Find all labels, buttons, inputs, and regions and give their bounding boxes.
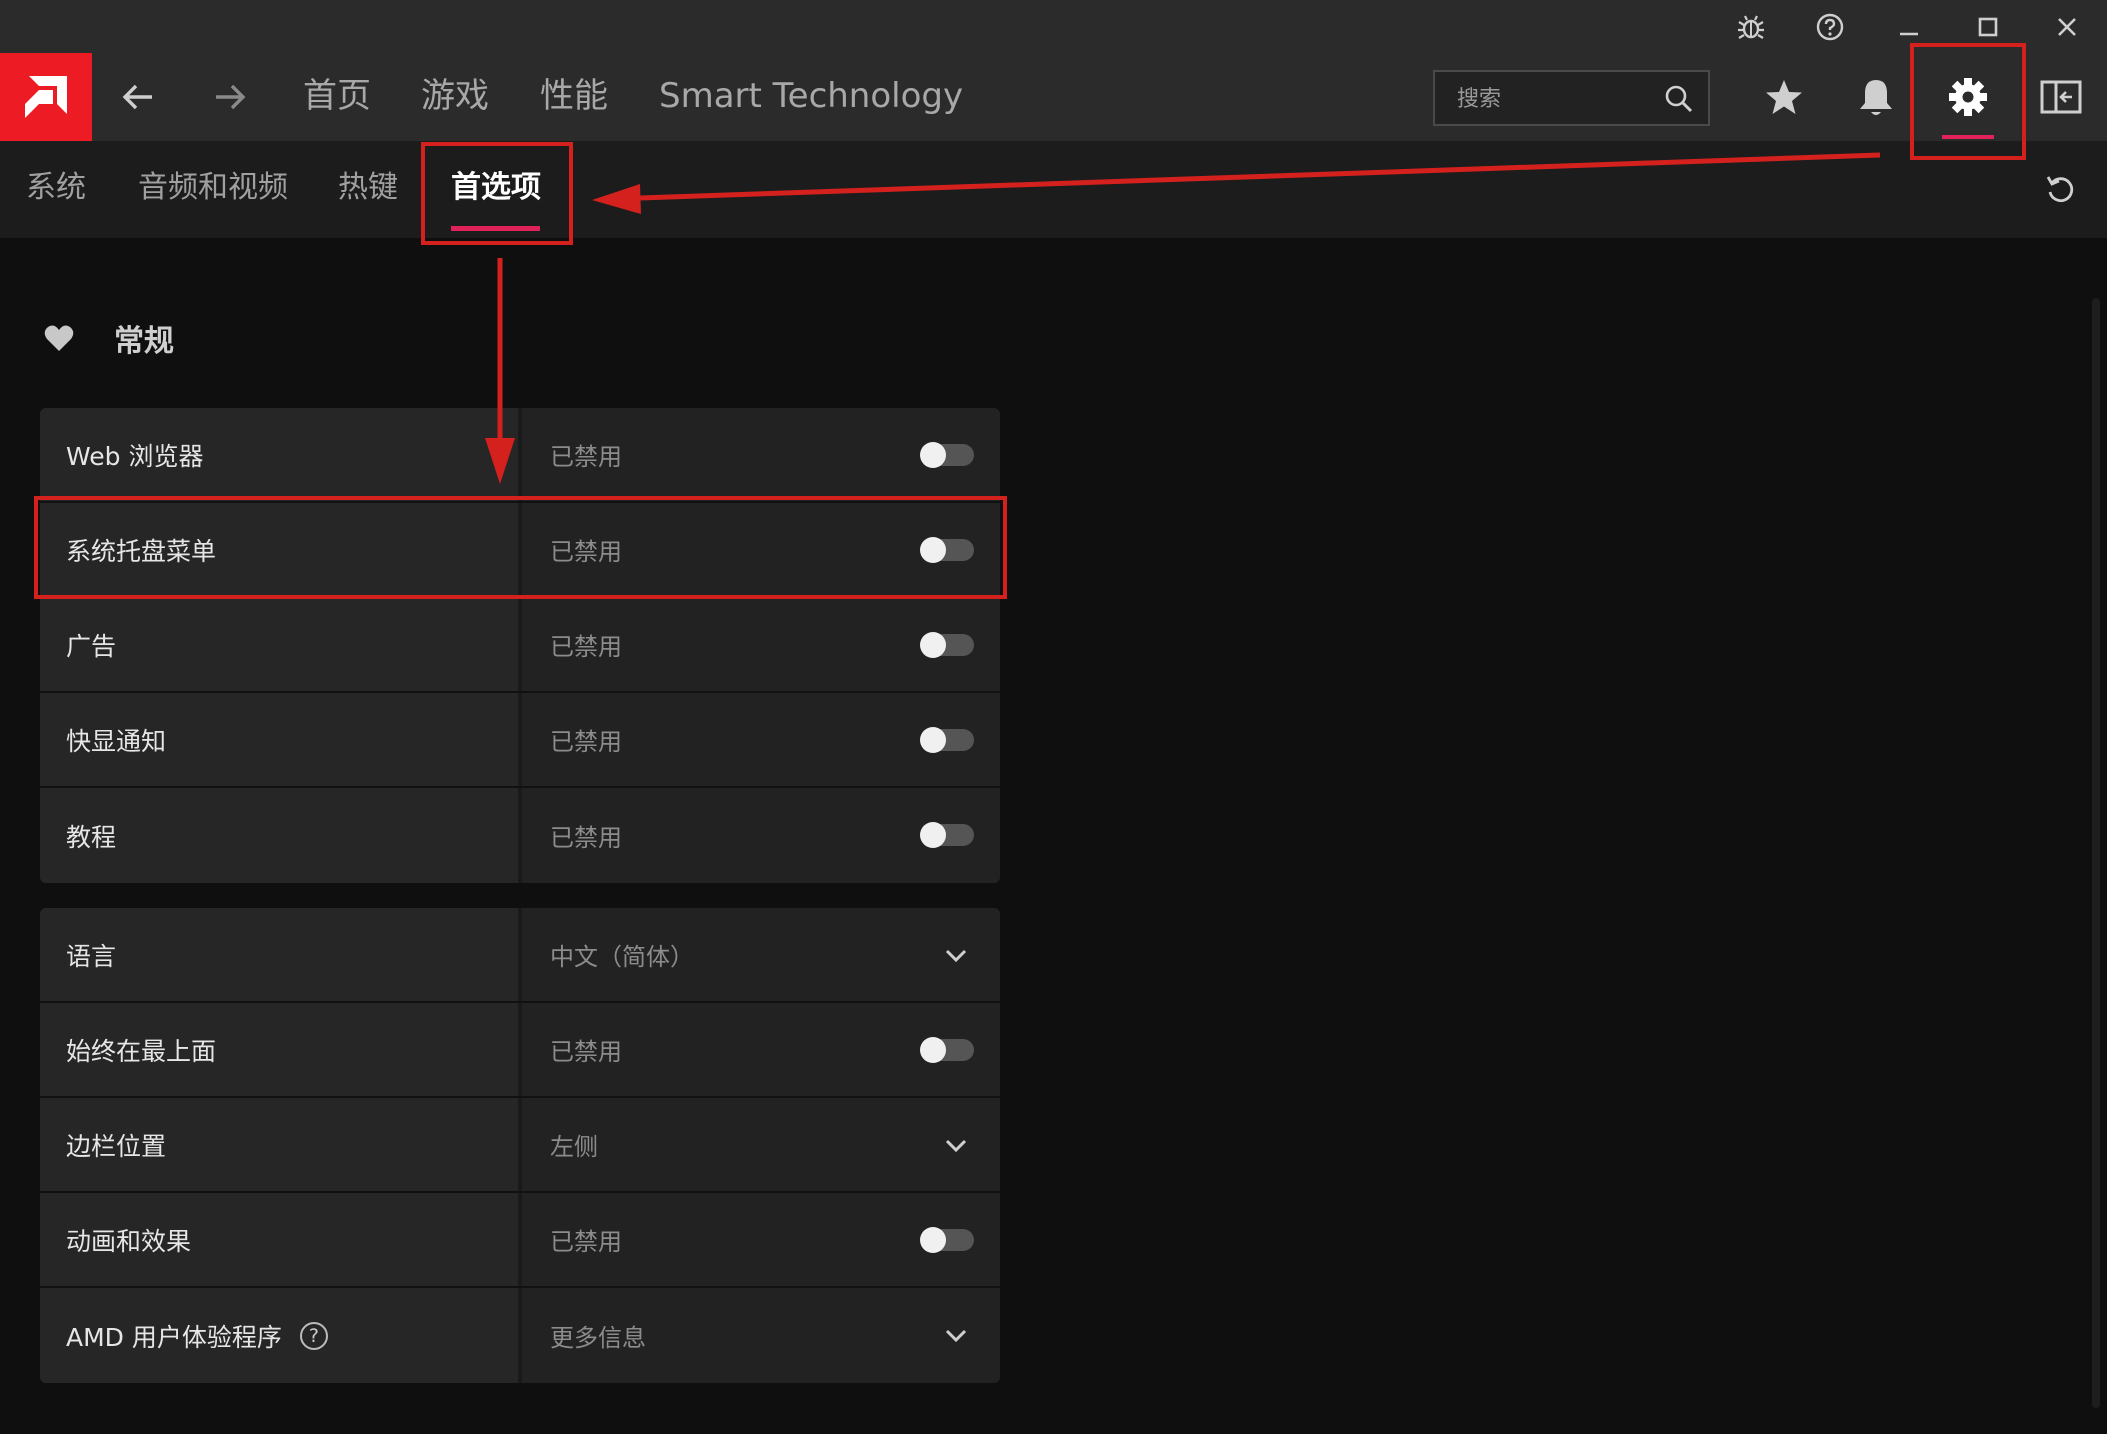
toggle-knob <box>920 1037 946 1063</box>
bug-icon[interactable] <box>1716 0 1786 53</box>
back-icon[interactable] <box>108 67 168 127</box>
toggle-switch[interactable] <box>920 1037 974 1063</box>
tab-hotkeys[interactable]: 热键 <box>338 167 398 209</box>
setting-value-cell: 已禁用 <box>522 503 1000 596</box>
settings-group-interface: 语言 中文（简体） 始终在最上面 已禁用 边栏位置 左侧 动画和效果 已禁用 A… <box>40 908 1000 1383</box>
setting-value-cell[interactable]: 中文（简体） <box>522 908 1000 1001</box>
toggle-knob <box>920 1227 946 1253</box>
setting-value: 已禁用 <box>550 824 622 852</box>
nav-smart-technology[interactable]: Smart Technology <box>659 71 963 121</box>
setting-value: 已禁用 <box>550 443 622 471</box>
setting-label: 快显通知 <box>40 693 518 786</box>
reset-icon[interactable] <box>2038 167 2084 213</box>
search-input[interactable] <box>1455 82 1659 116</box>
forward-icon[interactable] <box>200 67 260 127</box>
setting-value-cell: 已禁用 <box>522 693 1000 786</box>
gear-icon[interactable] <box>1933 67 2003 127</box>
section-title: 常规 <box>114 324 174 359</box>
setting-value: 已禁用 <box>550 728 622 756</box>
star-icon[interactable] <box>1749 67 1819 127</box>
setting-label: AMD 用户体验程序 <box>66 1322 282 1352</box>
setting-value: 更多信息 <box>550 1324 646 1352</box>
setting-label: 边栏位置 <box>40 1098 518 1191</box>
maximize-icon[interactable] <box>1953 0 2023 53</box>
active-tab-indicator <box>451 226 540 231</box>
setting-row-toast-notifications: 快显通知 已禁用 <box>40 693 1000 788</box>
toggle-switch[interactable] <box>920 822 974 848</box>
setting-value: 已禁用 <box>550 1228 622 1256</box>
toggle-switch[interactable] <box>920 442 974 468</box>
search-box <box>1433 70 1710 126</box>
toggle-switch[interactable] <box>920 537 974 563</box>
setting-value: 已禁用 <box>550 633 622 661</box>
setting-value-cell: 已禁用 <box>522 408 1000 501</box>
minimize-icon[interactable] <box>1874 0 1944 53</box>
setting-row-amd-user-experience[interactable]: AMD 用户体验程序 ? 更多信息 <box>40 1288 1000 1383</box>
nav-games[interactable]: 游戏 <box>421 71 489 121</box>
toggle-switch[interactable] <box>920 727 974 753</box>
help-icon[interactable]: ? <box>299 1321 328 1350</box>
setting-row-system-tray-menu: 系统托盘菜单 已禁用 <box>40 503 1000 598</box>
search-icon[interactable] <box>1664 84 1694 118</box>
setting-row-animations-effects: 动画和效果 已禁用 <box>40 1193 1000 1288</box>
settings-active-indicator <box>1942 135 1994 139</box>
amd-logo[interactable] <box>0 53 92 141</box>
scrollbar[interactable] <box>2092 298 2100 1408</box>
setting-row-always-on-top: 始终在最上面 已禁用 <box>40 1003 1000 1098</box>
setting-value: 已禁用 <box>550 1038 622 1066</box>
setting-value-cell: 已禁用 <box>522 788 1000 883</box>
setting-row-sidebar-position[interactable]: 边栏位置 左侧 <box>40 1098 1000 1193</box>
setting-value-cell[interactable]: 左侧 <box>522 1098 1000 1191</box>
chevron-down-icon[interactable] <box>942 1321 970 1349</box>
toggle-knob <box>920 537 946 563</box>
setting-label: 动画和效果 <box>40 1193 518 1286</box>
help-circle-icon[interactable] <box>1795 0 1865 53</box>
close-icon[interactable] <box>2032 0 2102 53</box>
nav-home[interactable]: 首页 <box>303 71 371 121</box>
setting-label: 语言 <box>40 908 518 1001</box>
tab-audio-video[interactable]: 音频和视频 <box>138 167 288 209</box>
setting-value: 中文（简体） <box>550 943 694 971</box>
setting-label: 广告 <box>40 598 518 691</box>
setting-row-ads: 广告 已禁用 <box>40 598 1000 693</box>
setting-label: Web 浏览器 <box>40 408 518 501</box>
setting-label-cell: AMD 用户体验程序 ? <box>40 1288 518 1383</box>
toggle-knob <box>920 442 946 468</box>
setting-value: 左侧 <box>550 1133 598 1161</box>
main-nav: 首页 游戏 性能 Smart Technology <box>0 53 2107 141</box>
tab-system[interactable]: 系统 <box>26 167 86 209</box>
setting-value-cell: 已禁用 <box>522 1193 1000 1286</box>
chevron-down-icon[interactable] <box>942 941 970 969</box>
toggle-switch[interactable] <box>920 632 974 658</box>
setting-row-web-browser: Web 浏览器 已禁用 <box>40 408 1000 503</box>
sidebar-toggle-icon[interactable] <box>2026 67 2096 127</box>
toggle-switch[interactable] <box>920 1227 974 1253</box>
setting-row-language[interactable]: 语言 中文（简体） <box>40 908 1000 1003</box>
toggle-knob <box>920 727 946 753</box>
tab-preferences[interactable]: 首选项 <box>451 167 541 209</box>
bell-icon[interactable] <box>1841 67 1911 127</box>
title-bar <box>0 0 2107 53</box>
section-header: 常规 <box>42 316 174 360</box>
setting-value-cell: 已禁用 <box>522 1003 1000 1096</box>
setting-label: 始终在最上面 <box>40 1003 518 1096</box>
setting-value-cell: 已禁用 <box>522 598 1000 691</box>
settings-subtabs: 系统 音频和视频 热键 首选项 <box>0 141 2107 238</box>
nav-performance[interactable]: 性能 <box>540 71 608 121</box>
setting-value-cell[interactable]: 更多信息 <box>522 1288 1000 1383</box>
setting-value: 已禁用 <box>550 538 622 566</box>
settings-group-general: Web 浏览器 已禁用 系统托盘菜单 已禁用 广告 已禁用 快显通知 已禁用 教… <box>40 408 1000 883</box>
setting-label: 教程 <box>40 788 518 883</box>
heart-icon <box>42 321 76 355</box>
chevron-down-icon[interactable] <box>942 1131 970 1159</box>
setting-label: 系统托盘菜单 <box>40 503 518 596</box>
toggle-knob <box>920 632 946 658</box>
toggle-knob <box>920 822 946 848</box>
setting-row-tutorial: 教程 已禁用 <box>40 788 1000 883</box>
